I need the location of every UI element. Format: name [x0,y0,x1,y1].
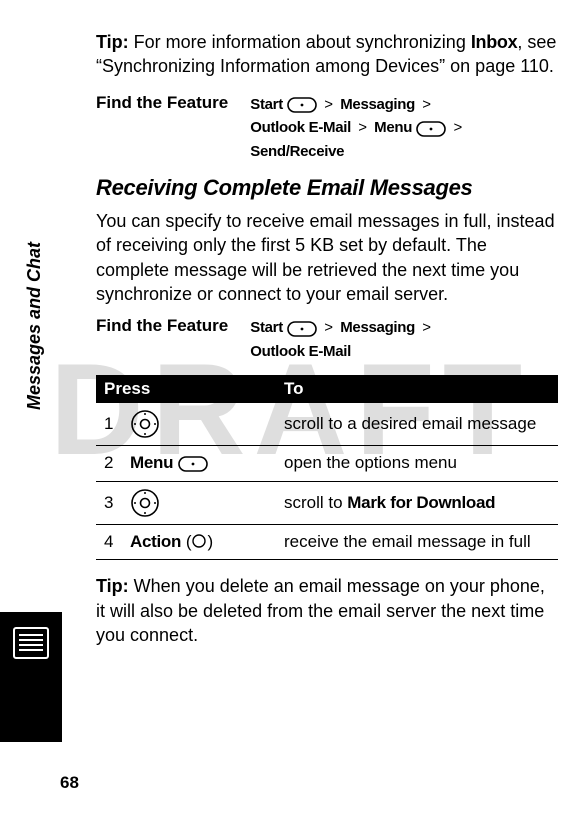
press-cell [122,481,276,524]
menu-key-icon [416,117,446,140]
find-feature-path-1: Start > Messaging > Outlook E-Mail > Men… [250,93,558,164]
tip-label: Tip: [96,32,129,52]
press-label: Action [130,532,181,551]
step-number: 1 [96,403,122,446]
press-cell: Menu [122,446,276,482]
find-feature-label: Find the Feature [96,93,228,113]
to-text: open the options menu [284,453,457,472]
table-row: 4Action () receive the email message in f… [96,524,558,560]
table-row: 2 Menu open the options menu [96,446,558,482]
step-number: 2 [96,446,122,482]
table-head-to: To [276,375,558,403]
to-text-bold: Mark for Download [347,493,495,512]
menu-key-icon [287,317,317,340]
path-start: Start [250,96,283,113]
section-heading: Receiving Complete Email Messages [96,175,558,201]
table-head-press: Press [96,375,276,403]
to-cell: scroll to a desired email message [276,403,558,446]
tip-paragraph-1: Tip: For more information about synchron… [96,30,558,79]
page-number: 68 [60,773,79,793]
to-cell: scroll to Mark for Download [276,481,558,524]
menu-key-icon [178,453,208,475]
path-sendreceive: Send/Receive [250,143,344,160]
path-outlook: Outlook E-Mail [250,343,351,360]
to-text: receive the email message in full [284,532,531,551]
find-feature-block-2: Find the Feature Start > Messaging > Out… [96,316,558,363]
body-paragraph-1: You can specify to receive email message… [96,209,558,306]
find-feature-block-1: Find the Feature Start > Messaging > Out… [96,93,558,164]
sidebar-section-label: Messages and Chat [24,242,45,410]
to-text: scroll to [284,493,347,512]
to-cell: receive the email message in full [276,524,558,560]
menu-key-icon [287,93,317,116]
tip-text-before: For more information about synchronizing [129,32,471,52]
path-outlook: Outlook E-Mail [250,119,351,136]
path-messaging: Messaging [340,319,415,336]
page-content: Tip: For more information about synchron… [0,0,580,647]
table-row: 1 scroll to a desired email message [96,403,558,446]
tip-text: When you delete an email message on your… [96,576,545,645]
nav-wheel-icon [130,409,160,439]
path-messaging: Messaging [340,96,415,113]
find-feature-path-2: Start > Messaging > Outlook E-Mail [250,316,434,363]
press-cell: Action () [122,524,276,560]
to-cell: open the options menu [276,446,558,482]
press-cell [122,403,276,446]
table-row: 3 scroll to Mark for Download [96,481,558,524]
action-key-icon [191,531,207,553]
path-menu: Menu [374,119,412,136]
press-label: Menu [130,453,173,472]
tip-text-bold: Inbox [471,32,518,52]
nav-wheel-icon [130,488,160,518]
to-text: scroll to a desired email message [284,414,536,433]
path-start: Start [250,319,283,336]
steps-table: Press To 1 scroll to a desired email mess… [96,375,558,560]
step-number: 4 [96,524,122,560]
find-feature-label: Find the Feature [96,316,228,336]
tip-paragraph-2: Tip: When you delete an email message on… [96,574,558,647]
step-number: 3 [96,481,122,524]
tip-label: Tip: [96,576,129,596]
